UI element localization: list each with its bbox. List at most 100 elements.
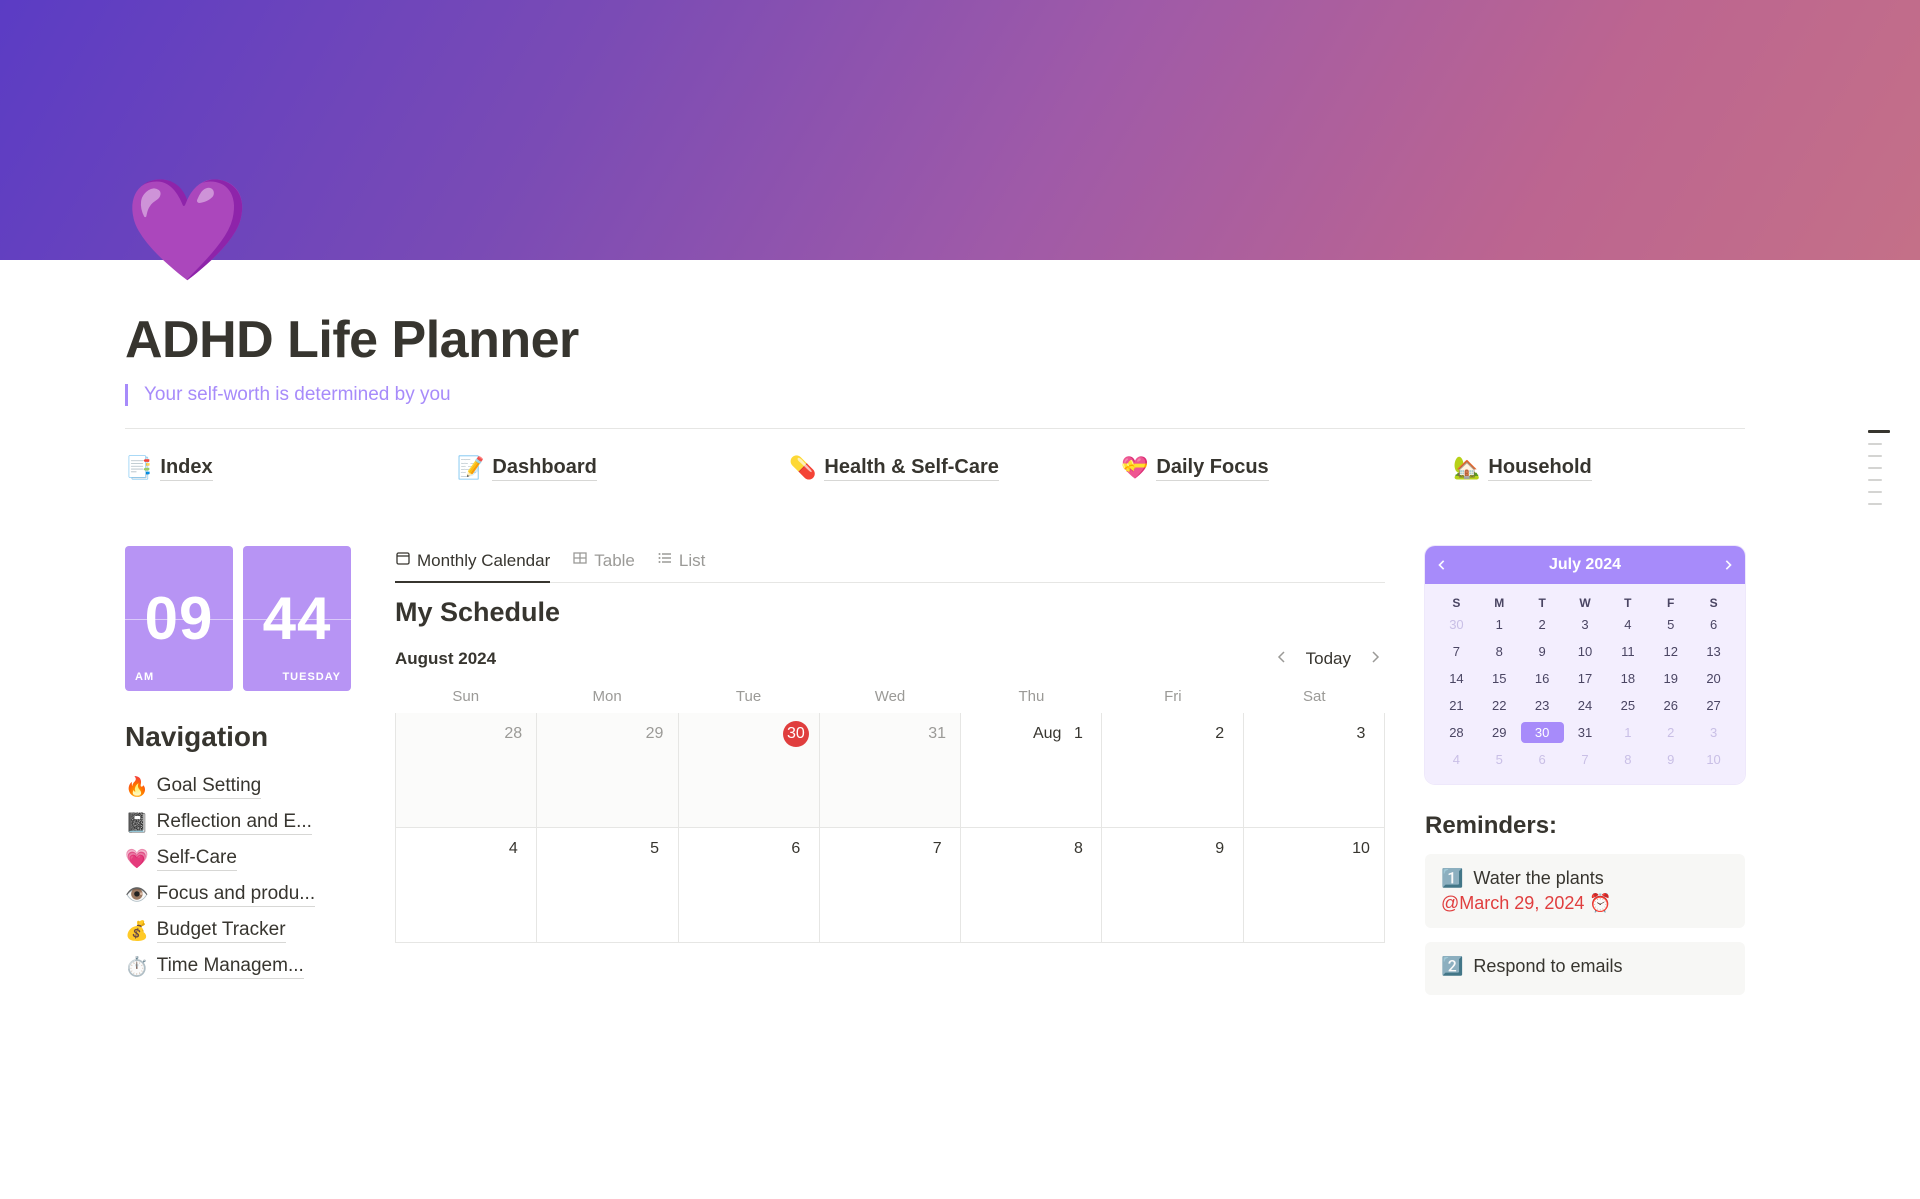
calendar-cell[interactable]: 4 bbox=[396, 828, 537, 943]
mini-day[interactable]: 10 bbox=[1564, 641, 1607, 662]
calendar-cell[interactable]: Aug1 bbox=[961, 713, 1102, 828]
mini-day[interactable]: 4 bbox=[1435, 749, 1478, 770]
mini-day[interactable]: 6 bbox=[1521, 749, 1564, 770]
page-outline[interactable] bbox=[1868, 430, 1890, 505]
reminder-item[interactable]: 2️⃣ Respond to emails bbox=[1425, 942, 1745, 995]
nav-emoji: 🔥 bbox=[125, 775, 149, 799]
mini-day[interactable]: 19 bbox=[1649, 668, 1692, 689]
page-title: ADHD Life Planner bbox=[125, 260, 1745, 370]
calendar-cell[interactable]: 30 bbox=[679, 713, 820, 828]
reminder-item[interactable]: 1️⃣ Water the plantsMarch 29, 2024 ⏰ bbox=[1425, 854, 1745, 928]
month-label[interactable]: August 2024 bbox=[395, 649, 496, 669]
mini-day[interactable]: 9 bbox=[1649, 749, 1692, 770]
today-button[interactable]: Today bbox=[1306, 649, 1351, 669]
mini-day[interactable]: 21 bbox=[1435, 695, 1478, 716]
mini-day[interactable]: 8 bbox=[1606, 749, 1649, 770]
calendar-cell[interactable]: 2 bbox=[1102, 713, 1243, 828]
day-number: 3 bbox=[1348, 721, 1374, 747]
top-tab-daily-focus[interactable]: 💝Daily Focus bbox=[1121, 455, 1413, 481]
navigation-title: Navigation bbox=[125, 721, 355, 753]
mini-day[interactable]: 15 bbox=[1478, 668, 1521, 689]
calendar-cell[interactable]: 9 bbox=[1102, 828, 1243, 943]
mini-day[interactable]: 29 bbox=[1478, 722, 1521, 743]
calendar-cell[interactable]: 10 bbox=[1244, 828, 1385, 943]
mini-day[interactable]: 7 bbox=[1564, 749, 1607, 770]
top-tab-index[interactable]: 📑Index bbox=[125, 455, 417, 481]
nav-item[interactable]: 🔥Goal Setting bbox=[125, 769, 355, 805]
page-icon[interactable]: 💜 bbox=[125, 180, 250, 280]
quote-block: Your self-worth is determined by you bbox=[125, 384, 1745, 406]
mini-day[interactable]: 2 bbox=[1521, 614, 1564, 635]
calendar-cell[interactable]: 31 bbox=[820, 713, 961, 828]
view-tab-calendar[interactable]: Monthly Calendar bbox=[395, 546, 550, 583]
mini-day[interactable]: 5 bbox=[1649, 614, 1692, 635]
mini-day[interactable]: 16 bbox=[1521, 668, 1564, 689]
mini-day[interactable]: 8 bbox=[1478, 641, 1521, 662]
mini-day[interactable]: 9 bbox=[1521, 641, 1564, 662]
mini-prev-icon[interactable] bbox=[1437, 557, 1447, 574]
calendar-cell[interactable]: 5 bbox=[537, 828, 678, 943]
nav-item[interactable]: 👁️Focus and produ... bbox=[125, 877, 355, 913]
calendar-cell[interactable]: 8 bbox=[961, 828, 1102, 943]
schedule-column: Monthly CalendarTableList My Schedule Au… bbox=[395, 546, 1385, 1009]
mini-day[interactable]: 26 bbox=[1649, 695, 1692, 716]
reminder-date: March 29, 2024 ⏰ bbox=[1441, 893, 1729, 914]
clock-hour: 09 bbox=[145, 584, 214, 653]
top-tab-household[interactable]: 🏡Household bbox=[1453, 455, 1745, 481]
mini-day[interactable]: 4 bbox=[1606, 614, 1649, 635]
nav-item[interactable]: 💰Budget Tracker bbox=[125, 913, 355, 949]
list-icon bbox=[657, 550, 673, 571]
mini-day[interactable]: 6 bbox=[1692, 614, 1735, 635]
mini-day[interactable]: 30 bbox=[1435, 614, 1478, 635]
mini-day[interactable]: 31 bbox=[1564, 722, 1607, 743]
tab-emoji: 📑 bbox=[125, 455, 152, 481]
mini-day[interactable]: 12 bbox=[1649, 641, 1692, 662]
calendar-cell[interactable]: 7 bbox=[820, 828, 961, 943]
mini-day[interactable]: 25 bbox=[1606, 695, 1649, 716]
nav-label: Self-Care bbox=[157, 847, 237, 871]
mini-day[interactable]: 30 bbox=[1521, 722, 1564, 743]
top-tab-health-self-care[interactable]: 💊Health & Self-Care bbox=[789, 455, 1081, 481]
mini-day[interactable]: 3 bbox=[1564, 614, 1607, 635]
nav-item[interactable]: ⏱️Time Managem... bbox=[125, 949, 355, 985]
tab-emoji: 💝 bbox=[1121, 455, 1148, 481]
view-tab-label: Monthly Calendar bbox=[417, 551, 550, 571]
prev-month-icon[interactable] bbox=[1272, 646, 1292, 672]
mini-day[interactable]: 11 bbox=[1606, 641, 1649, 662]
mini-day[interactable]: 5 bbox=[1478, 749, 1521, 770]
mini-day[interactable]: 28 bbox=[1435, 722, 1478, 743]
mini-dow-row: SMTWTFS bbox=[1435, 592, 1735, 614]
mini-next-icon[interactable] bbox=[1723, 557, 1733, 574]
view-tab-list[interactable]: List bbox=[657, 546, 705, 583]
top-tab-dashboard[interactable]: 📝Dashboard bbox=[457, 455, 749, 481]
nav-item[interactable]: 💗Self-Care bbox=[125, 841, 355, 877]
view-tab-table[interactable]: Table bbox=[572, 546, 635, 583]
mini-day[interactable]: 1 bbox=[1606, 722, 1649, 743]
nav-label: Reflection and E... bbox=[157, 811, 312, 835]
mini-day[interactable]: 20 bbox=[1692, 668, 1735, 689]
mini-dow-label: F bbox=[1649, 592, 1692, 614]
calendar-cell[interactable]: 28 bbox=[396, 713, 537, 828]
mini-day[interactable]: 3 bbox=[1692, 722, 1735, 743]
mini-day[interactable]: 17 bbox=[1564, 668, 1607, 689]
mini-day[interactable]: 23 bbox=[1521, 695, 1564, 716]
mini-day[interactable]: 14 bbox=[1435, 668, 1478, 689]
mini-day[interactable]: 24 bbox=[1564, 695, 1607, 716]
mini-day[interactable]: 18 bbox=[1606, 668, 1649, 689]
mini-dow-label: M bbox=[1478, 592, 1521, 614]
calendar-cell[interactable]: 6 bbox=[679, 828, 820, 943]
mini-day[interactable]: 22 bbox=[1478, 695, 1521, 716]
clock-minute-tile: 44 TUESDAY bbox=[243, 546, 351, 691]
next-month-icon[interactable] bbox=[1365, 646, 1385, 672]
mini-day[interactable]: 2 bbox=[1649, 722, 1692, 743]
mini-dow-label: W bbox=[1564, 592, 1607, 614]
mini-day[interactable]: 13 bbox=[1692, 641, 1735, 662]
calendar-cell[interactable]: 29 bbox=[537, 713, 678, 828]
tab-emoji: 📝 bbox=[457, 455, 484, 481]
nav-item[interactable]: 📓Reflection and E... bbox=[125, 805, 355, 841]
mini-day[interactable]: 27 bbox=[1692, 695, 1735, 716]
calendar-cell[interactable]: 3 bbox=[1244, 713, 1385, 828]
mini-day[interactable]: 1 bbox=[1478, 614, 1521, 635]
mini-day[interactable]: 10 bbox=[1692, 749, 1735, 770]
mini-day[interactable]: 7 bbox=[1435, 641, 1478, 662]
